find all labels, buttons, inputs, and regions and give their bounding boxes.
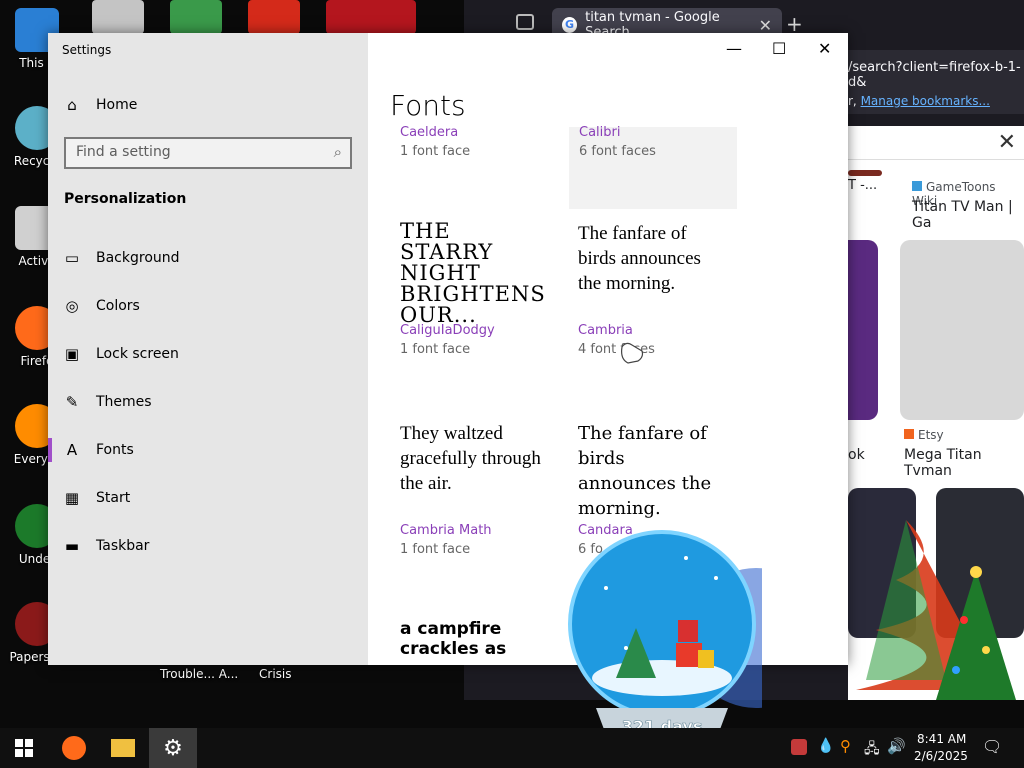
folder-icon <box>111 739 135 757</box>
result-thumbnail[interactable] <box>848 240 878 420</box>
result-thumbnail[interactable] <box>848 170 882 176</box>
taskbar-firefox[interactable] <box>50 728 98 768</box>
palette-icon: ◎ <box>65 297 79 315</box>
home-nav-item[interactable]: ⌂ Home <box>64 97 137 113</box>
font-preview: The fanfare of birds announces the morni… <box>578 223 701 294</box>
themes-icon: ✎ <box>65 393 79 411</box>
tray-drop-icon[interactable]: 💧 <box>817 738 834 754</box>
home-label: Home <box>96 97 138 113</box>
sidebar-item-label: Background <box>96 250 180 266</box>
desktop-label-crisis[interactable]: Crisis <box>259 667 291 681</box>
url-text: /search?client=firefox-b-1-d& <box>848 60 1021 90</box>
result-thumbnail[interactable] <box>900 240 1024 420</box>
search-placeholder: Find a setting <box>76 144 171 160</box>
font-preview: a campfire crackles as <box>400 619 507 659</box>
sidebar-item-label: Themes <box>96 394 152 410</box>
fonts-icon: A <box>66 441 78 459</box>
minimize-button[interactable]: — <box>726 39 742 58</box>
home-icon: ⌂ <box>67 96 77 114</box>
find-setting-input[interactable]: Find a setting ⌕ <box>64 137 352 169</box>
close-icon[interactable]: ✕ <box>998 130 1016 155</box>
sidebar-item-lock-screen[interactable]: ▣ Lock screen <box>48 330 368 378</box>
font-preview: They waltzed gracefully through the air. <box>400 423 541 494</box>
maximize-button[interactable]: ☐ <box>772 39 786 58</box>
etsy-icon <box>904 429 914 439</box>
taskbar-icon: ▬ <box>64 537 80 555</box>
hand-cursor-icon <box>621 342 644 364</box>
font-faces: 1 font face <box>400 342 471 357</box>
christmas-tree-widget <box>856 520 1016 700</box>
font-preview: THE STARRY NIGHT BRIGHTENS OUR... <box>400 219 546 327</box>
start-icon: ▦ <box>64 489 80 507</box>
font-tile-cambria[interactable]: The fanfare of birds announces the morni… <box>568 215 736 395</box>
font-tile-cambria-math[interactable]: They waltzed gracefully through the air.… <box>390 415 558 595</box>
start-button[interactable] <box>0 728 48 768</box>
desktop-top-icon-2[interactable] <box>170 0 222 34</box>
gametoons-icon <box>912 181 922 191</box>
clock-date[interactable]: 2/6/2025 <box>914 749 968 763</box>
font-name: Cambria <box>578 323 633 338</box>
font-faces: 1 font face <box>400 542 471 557</box>
results-header: ✕ <box>848 126 1024 160</box>
font-tile-caligula-dodgy[interactable]: THE STARRY NIGHT BRIGHTENS OUR... Caligu… <box>390 215 558 395</box>
list-tabs-icon[interactable] <box>516 14 534 30</box>
picture-icon: ▭ <box>64 249 80 267</box>
sidebar-item-taskbar[interactable]: ▬ Taskbar <box>48 522 368 570</box>
sidebar-item-label: Start <box>96 490 131 506</box>
sidebar-item-start[interactable]: ▦ Start <box>48 474 368 522</box>
settings-sidebar: Settings ⌂ Home Find a setting ⌕ Persona… <box>48 33 368 665</box>
font-tile-caeldera[interactable]: Caeldera 1 font face <box>390 125 558 209</box>
section-title: Personalization <box>64 191 187 207</box>
network-icon[interactable]: 🖧 <box>864 738 880 762</box>
result-title[interactable]: Titan TV Man | Ga <box>912 199 1024 231</box>
christmas-icon[interactable] <box>326 0 416 34</box>
sidebar-item-label: Colors <box>96 298 140 314</box>
window-title: Settings <box>62 43 112 57</box>
result-source[interactable]: Etsy <box>904 428 944 442</box>
font-name: Caeldera <box>400 125 459 140</box>
desktop-top-icon-1[interactable] <box>92 0 144 34</box>
firefox-icon <box>62 736 86 760</box>
volume-icon[interactable]: 🔊 <box>887 737 906 755</box>
clock-time[interactable]: 8:41 AM <box>917 732 966 746</box>
taskbar-file-explorer[interactable] <box>99 728 147 768</box>
sidebar-item-fonts[interactable]: A Fonts <box>48 426 368 474</box>
font-preview: The fanfare of birds announces the morni… <box>578 423 712 519</box>
tray-app-icon[interactable] <box>791 739 807 755</box>
font-name: CaliguIaDodgy <box>400 323 495 338</box>
sidebar-item-themes[interactable]: ✎ Themes <box>48 378 368 426</box>
sidebar-item-background[interactable]: ▭ Background <box>48 234 368 282</box>
result-title[interactable]: ok <box>848 447 865 463</box>
close-button[interactable]: ✕ <box>818 39 831 58</box>
font-faces: 6 font faces <box>579 144 656 159</box>
windows-icon <box>15 739 33 757</box>
gear-icon: ⚙ <box>163 735 183 761</box>
font-name: Cambria Math <box>400 523 492 538</box>
sidebar-item-label: Fonts <box>96 442 134 458</box>
google-icon: G <box>562 17 578 33</box>
bookmarks-prefix: r, <box>848 94 857 108</box>
font-faces: 1 font face <box>400 144 471 159</box>
notification-icon[interactable]: 🗨 <box>982 737 1002 756</box>
sidebar-item-colors[interactable]: ◎ Colors <box>48 282 368 330</box>
search-icon: ⌕ <box>333 143 342 161</box>
taskbar-settings[interactable]: ⚙ <box>149 728 197 768</box>
font-tile-next[interactable]: a campfire crackles as <box>390 615 558 665</box>
snow-globe-widget[interactable]: 321 days <box>566 528 762 748</box>
result-source[interactable]: T -... <box>848 178 877 193</box>
sidebar-item-label: Taskbar <box>96 538 150 554</box>
mcdonalds-icon[interactable] <box>248 0 300 34</box>
font-name: Calibri <box>579 125 621 140</box>
page-title: Fonts <box>390 89 466 122</box>
lock-screen-icon: ▣ <box>64 345 80 363</box>
tray-search-icon[interactable]: ⚲ <box>840 737 851 755</box>
taskbar: ⚙ 💧 ⚲ 🖧 🔊 8:41 AM 2/6/2025 🗨 <box>0 728 1024 768</box>
result-title[interactable]: Mega Titan Tvman <box>904 447 1024 479</box>
close-tab-icon[interactable]: ✕ <box>759 16 772 35</box>
result-source-label: Etsy <box>918 428 944 442</box>
font-tile-calibri[interactable]: Calibri 6 font faces <box>569 125 737 209</box>
manage-bookmarks-link[interactable]: Manage bookmarks... <box>861 94 990 108</box>
sidebar-item-label: Lock screen <box>96 346 179 362</box>
desktop-label-trouble[interactable]: Trouble... A... <box>160 667 238 681</box>
